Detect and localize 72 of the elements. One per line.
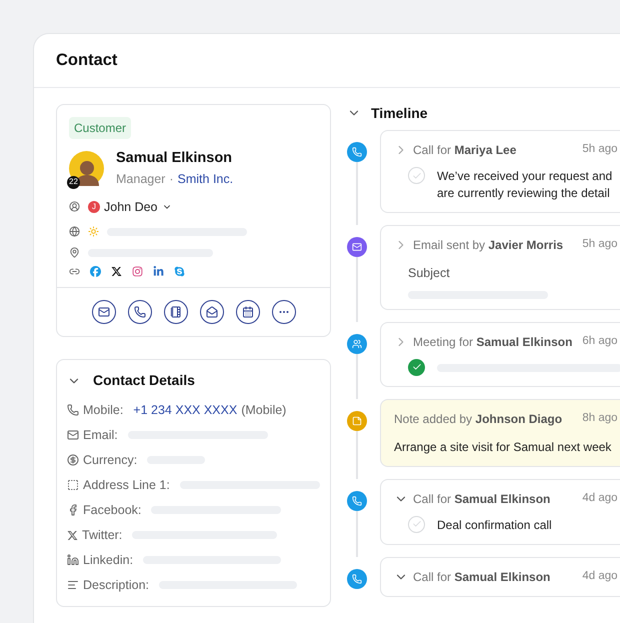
customer-tag: Customer <box>69 117 132 139</box>
facebook-icon <box>67 504 79 516</box>
contact-name: Samual Elkinson <box>116 149 234 168</box>
call-button[interactable] <box>128 300 152 324</box>
user-icon <box>69 201 80 212</box>
linkedin-icon <box>67 554 79 566</box>
call-icon <box>352 574 362 584</box>
company-link[interactable]: Smith Inc. <box>178 170 234 188</box>
event-title: Meeting for Samual Elkinson <box>413 334 572 351</box>
field-label: Currency: <box>83 452 138 469</box>
notebook-icon <box>170 306 182 318</box>
event-title: Note added by Johnson Diago <box>394 410 562 428</box>
field-label: Linkedin: <box>83 552 134 569</box>
email-icon <box>352 242 362 252</box>
event-title: Email sent by Javier Morris <box>413 237 564 254</box>
event-time: 4d ago <box>582 491 618 506</box>
call-icon <box>352 147 362 157</box>
phone-link[interactable]: +1 234 XXX XXXX <box>133 400 238 420</box>
phone-icon <box>67 404 79 416</box>
task-text: We’ve received your request and are currently reviewing the detail <box>437 168 614 202</box>
event-time: 4d ago <box>582 569 618 584</box>
event-title: Call for Samual Elkinson <box>413 568 550 586</box>
location-pin-icon <box>69 247 80 258</box>
phone-icon <box>134 306 146 318</box>
linkedin-icon[interactable] <box>153 266 164 278</box>
calendar-icon <box>242 306 254 318</box>
avatar-badge: 22 <box>67 176 80 189</box>
event-time: 8h ago <box>582 411 618 426</box>
link-icon <box>69 266 80 278</box>
x-logo-icon[interactable] <box>111 266 122 278</box>
open-envelope-icon <box>206 306 218 318</box>
dollar-icon <box>67 454 79 466</box>
envelope-icon <box>67 429 79 442</box>
field-label: Twitter: <box>82 526 122 544</box>
event-title: Call for Samual Elkinson <box>413 490 550 508</box>
subject-label: Subject <box>408 265 451 282</box>
field-label: Mobile: <box>83 402 124 419</box>
field-label: Email: <box>83 426 118 444</box>
job-title: Manager <box>116 170 166 188</box>
meeting-icon <box>352 338 362 349</box>
event-time: 5h ago <box>582 142 618 158</box>
event-title: Call for Mariya Lee <box>413 142 516 159</box>
calendar-button[interactable] <box>236 300 260 324</box>
event-time: 6h ago <box>582 334 618 350</box>
owner-dropdown[interactable]: J John Deo <box>88 198 172 216</box>
square-icon <box>67 479 79 492</box>
skype-icon[interactable] <box>174 266 185 278</box>
lines-icon <box>67 579 79 592</box>
note-icon <box>352 416 362 426</box>
call-icon <box>352 496 362 506</box>
sun-icon <box>88 226 99 238</box>
field-label: Description: <box>83 576 149 594</box>
globe-icon <box>69 226 80 238</box>
x-logo-icon <box>67 530 78 541</box>
open-mail-button[interactable] <box>200 300 224 324</box>
facebook-icon[interactable] <box>90 266 101 278</box>
envelope-icon <box>98 306 110 318</box>
event-time: 5h ago <box>582 237 618 252</box>
phone-type: (Mobile) <box>241 402 286 419</box>
field-label: Facebook: <box>83 502 142 519</box>
owner-avatar: J <box>88 200 100 213</box>
section-title: Contact Details <box>93 371 195 390</box>
instagram-icon[interactable] <box>132 266 143 278</box>
field-label: Address Line 1: <box>83 476 170 494</box>
note-text: Arrange a site visit for Samual next week <box>394 438 612 456</box>
email-button[interactable] <box>92 300 116 324</box>
more-button[interactable] <box>272 300 296 324</box>
page-title: Contact <box>56 50 118 72</box>
notebook-button[interactable] <box>164 300 188 324</box>
task-text: Deal confirmation call <box>437 516 553 534</box>
separator: · <box>169 170 174 188</box>
section-title: Timeline <box>371 104 428 122</box>
